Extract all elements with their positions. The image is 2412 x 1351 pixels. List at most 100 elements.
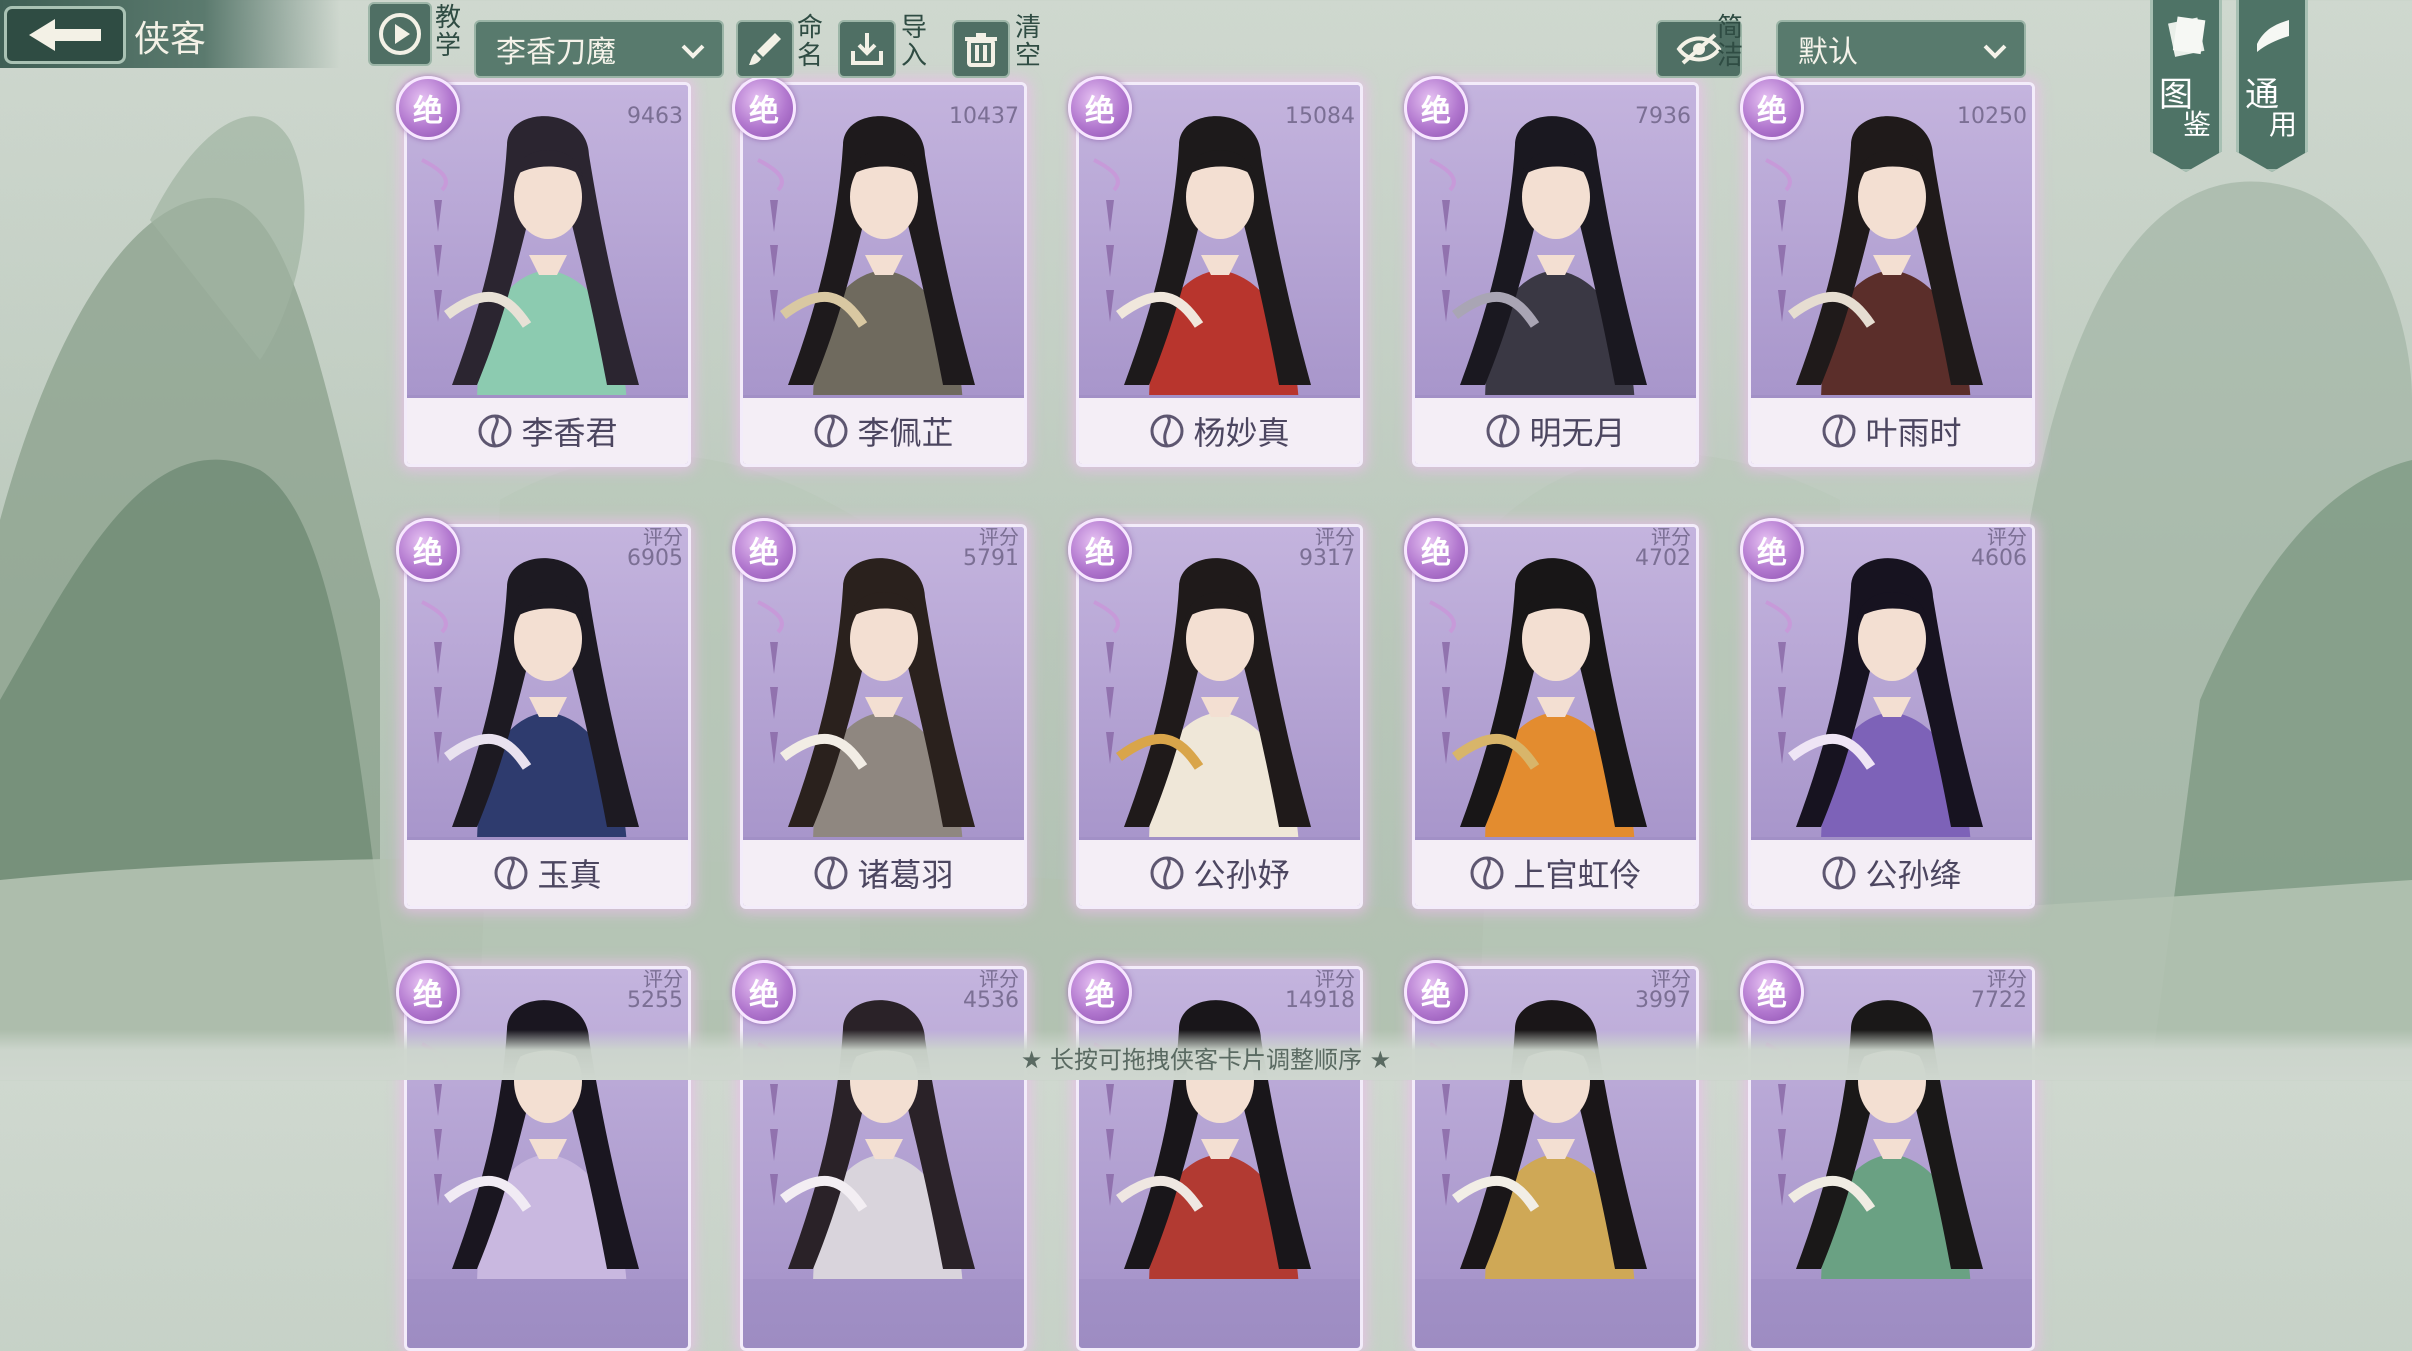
clear-button[interactable]	[952, 20, 1010, 78]
rank-badge: 绝	[1404, 76, 1468, 140]
score-value: 4702	[1635, 546, 1691, 571]
rank-badge: 绝	[1404, 960, 1468, 1024]
general-label-1: 通	[2245, 75, 2279, 115]
page-title: 侠客	[134, 19, 207, 60]
score-value: 15084	[1285, 104, 1355, 129]
taiji-icon	[1470, 856, 1504, 890]
hero-name: 诸葛羽	[857, 856, 954, 894]
hero-name-plate: 诸葛羽	[743, 840, 1024, 906]
sword-rank-icon	[1765, 158, 1792, 322]
rank-badge: 绝	[1740, 518, 1804, 582]
score-value: 5791	[963, 546, 1019, 571]
score-value: 4606	[1971, 546, 2027, 571]
rank-badge: 绝	[1068, 960, 1132, 1024]
simple-view-label: 简洁	[1716, 13, 1743, 71]
hero-card[interactable]: 杨妙真 15084 绝	[1068, 76, 1363, 467]
hero-card[interactable]: 李香君 9463 绝	[396, 76, 691, 467]
hero-name: 明无月	[1529, 414, 1626, 452]
taiji-icon	[814, 414, 848, 448]
rank-badge: 绝	[1740, 76, 1804, 140]
chevron-down-icon	[681, 44, 705, 59]
codex-label-1: 图	[2159, 75, 2193, 115]
rank-badge: 绝	[396, 960, 460, 1024]
score-value: 9463	[627, 104, 683, 129]
hero-name: 公孙绛	[1865, 856, 1962, 894]
hero-card[interactable]: 公孙绛 评分 4606 绝	[1740, 518, 2035, 909]
sword-rank-icon	[1765, 600, 1792, 764]
preset-select[interactable]: 李香刀魔	[474, 20, 724, 78]
score-value: 5255	[627, 988, 683, 1013]
rank-badge: 绝	[1740, 960, 1804, 1024]
rank-badge: 绝	[396, 76, 460, 140]
hero-card[interactable]: 评分 4536 绝	[732, 960, 1027, 1351]
hero-name-plate: 公孙绛	[1751, 840, 2032, 906]
hero-name-plate: 上官虹伶	[1415, 840, 1696, 906]
tutorial-button[interactable]	[368, 2, 432, 66]
hero-card[interactable]: 公孙妤 评分 9317 绝	[1068, 518, 1363, 909]
rename-label: 命名	[796, 13, 823, 71]
hero-card[interactable]: 评分 5255 绝	[396, 960, 691, 1351]
hero-card[interactable]: 玉真 评分 6905 绝	[396, 518, 691, 909]
sword-rank-icon	[1093, 600, 1120, 764]
codex-tab[interactable]: 图 鉴	[2150, 0, 2222, 172]
sword-icon	[494, 856, 528, 890]
general-tab[interactable]: 通 用	[2236, 0, 2308, 172]
play-icon	[379, 13, 421, 55]
codex-label-2: 鉴	[2183, 108, 2212, 141]
back-arrow-icon	[29, 19, 101, 51]
preset-select-value: 李香刀魔	[496, 35, 616, 70]
hero-name: 上官虹伶	[1513, 856, 1642, 894]
hero-name-plate: 李佩芷	[743, 398, 1024, 464]
rank-badge: 绝	[732, 518, 796, 582]
hero-name-plate: 叶雨时	[1751, 398, 2032, 464]
score-value: 6905	[627, 546, 683, 571]
clear-label: 清空	[1014, 13, 1041, 71]
sword-rank-icon	[421, 600, 448, 764]
hero-name-plate: 李香君	[407, 398, 688, 464]
rename-button[interactable]	[736, 20, 794, 78]
brush-icon	[749, 33, 781, 65]
rank-badge: 绝	[1404, 518, 1468, 582]
hero-card[interactable]: 评分 3997 绝	[1404, 960, 1699, 1351]
shield-icon	[1822, 414, 1856, 448]
score-label: 评分	[979, 967, 1019, 991]
sword-icon	[1486, 414, 1520, 448]
hero-card[interactable]: 明无月 7936 绝	[1404, 76, 1699, 467]
lotus-icon	[478, 414, 512, 448]
hero-name-plate: 玉真	[407, 840, 688, 906]
score-value: 10437	[949, 104, 1019, 129]
score-value: 10250	[1957, 104, 2027, 129]
hero-card[interactable]: 叶雨时 10250 绝	[1740, 76, 2035, 467]
hero-name: 玉真	[537, 856, 602, 894]
tutorial-label: 教学	[434, 3, 461, 61]
score-label: 评分	[1651, 525, 1691, 549]
score-value: 9317	[1299, 546, 1355, 571]
score-label: 评分	[1987, 525, 2027, 549]
hero-card-grid: 李香君 9463 绝 李佩芷 10437 绝 杨妙真 15084 绝 明无月 7…	[0, 0, 2412, 1351]
sword-rank-icon	[421, 158, 448, 322]
import-button[interactable]	[838, 20, 896, 78]
trash-icon	[965, 33, 997, 67]
sword-icon	[814, 856, 848, 890]
score-value: 3997	[1635, 988, 1691, 1013]
back-button[interactable]	[4, 6, 126, 64]
score-label: 评分	[979, 525, 1019, 549]
hero-card[interactable]: 评分 7722 绝	[1740, 960, 2035, 1351]
score-label: 评分	[643, 525, 683, 549]
sort-select[interactable]: 默认	[1776, 20, 2026, 78]
score-value: 14918	[1285, 988, 1355, 1013]
hero-name: 李佩芷	[857, 414, 954, 452]
hero-card[interactable]: 评分 14918 绝	[1068, 960, 1363, 1351]
score-label: 评分	[1315, 967, 1355, 991]
hero-card[interactable]: 李佩芷 10437 绝	[732, 76, 1027, 467]
hero-card[interactable]: 诸葛羽 评分 5791 绝	[732, 518, 1027, 909]
sword-rank-icon	[1429, 600, 1456, 764]
hero-card[interactable]: 上官虹伶 评分 4702 绝	[1404, 518, 1699, 909]
book-icon	[2168, 16, 2206, 57]
hero-name: 叶雨时	[1865, 414, 1962, 452]
sword-rank-icon	[1093, 158, 1120, 322]
lotus-icon	[1150, 856, 1184, 890]
rank-badge: 绝	[732, 76, 796, 140]
chevron-down-icon	[1983, 44, 2007, 59]
rank-badge: 绝	[396, 518, 460, 582]
